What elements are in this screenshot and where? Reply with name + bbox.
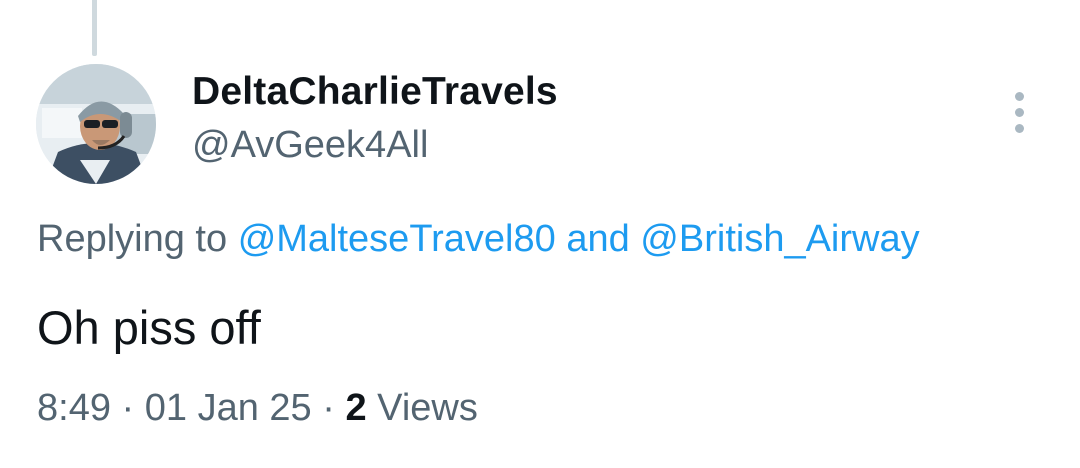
more-dot <box>1015 108 1024 117</box>
meta-separator: · <box>121 387 135 429</box>
mention-link[interactable]: @British_Airway <box>640 218 919 260</box>
author-display-name[interactable]: DeltaCharlieTravels <box>192 70 558 114</box>
author-handle[interactable]: @AvGeek4All <box>192 124 428 167</box>
avatar[interactable] <box>36 64 156 184</box>
mention-link[interactable]: @MalteseTravel80 <box>238 218 556 260</box>
tweet-text: Oh piss off <box>37 301 261 354</box>
reply-prefix: Replying to <box>37 218 228 260</box>
views-label[interactable]: Views <box>377 387 478 429</box>
thread-connector-line <box>92 0 97 56</box>
more-dot <box>1015 92 1024 101</box>
reply-conjunction[interactable]: and <box>566 218 629 260</box>
tweet-date[interactable]: 01 Jan 25 <box>145 387 312 429</box>
views-count[interactable]: 2 <box>345 387 366 429</box>
tweet-meta: 8:49 · 01 Jan 25 · 2 Views <box>37 387 478 430</box>
tweet-time[interactable]: 8:49 <box>37 387 111 429</box>
reply-context: Replying to @MalteseTravel80 and @Britis… <box>37 218 920 261</box>
meta-separator: · <box>322 387 335 429</box>
more-dot <box>1015 124 1024 133</box>
pilot-avatar-icon <box>36 64 156 184</box>
more-options-button[interactable] <box>1004 88 1036 136</box>
